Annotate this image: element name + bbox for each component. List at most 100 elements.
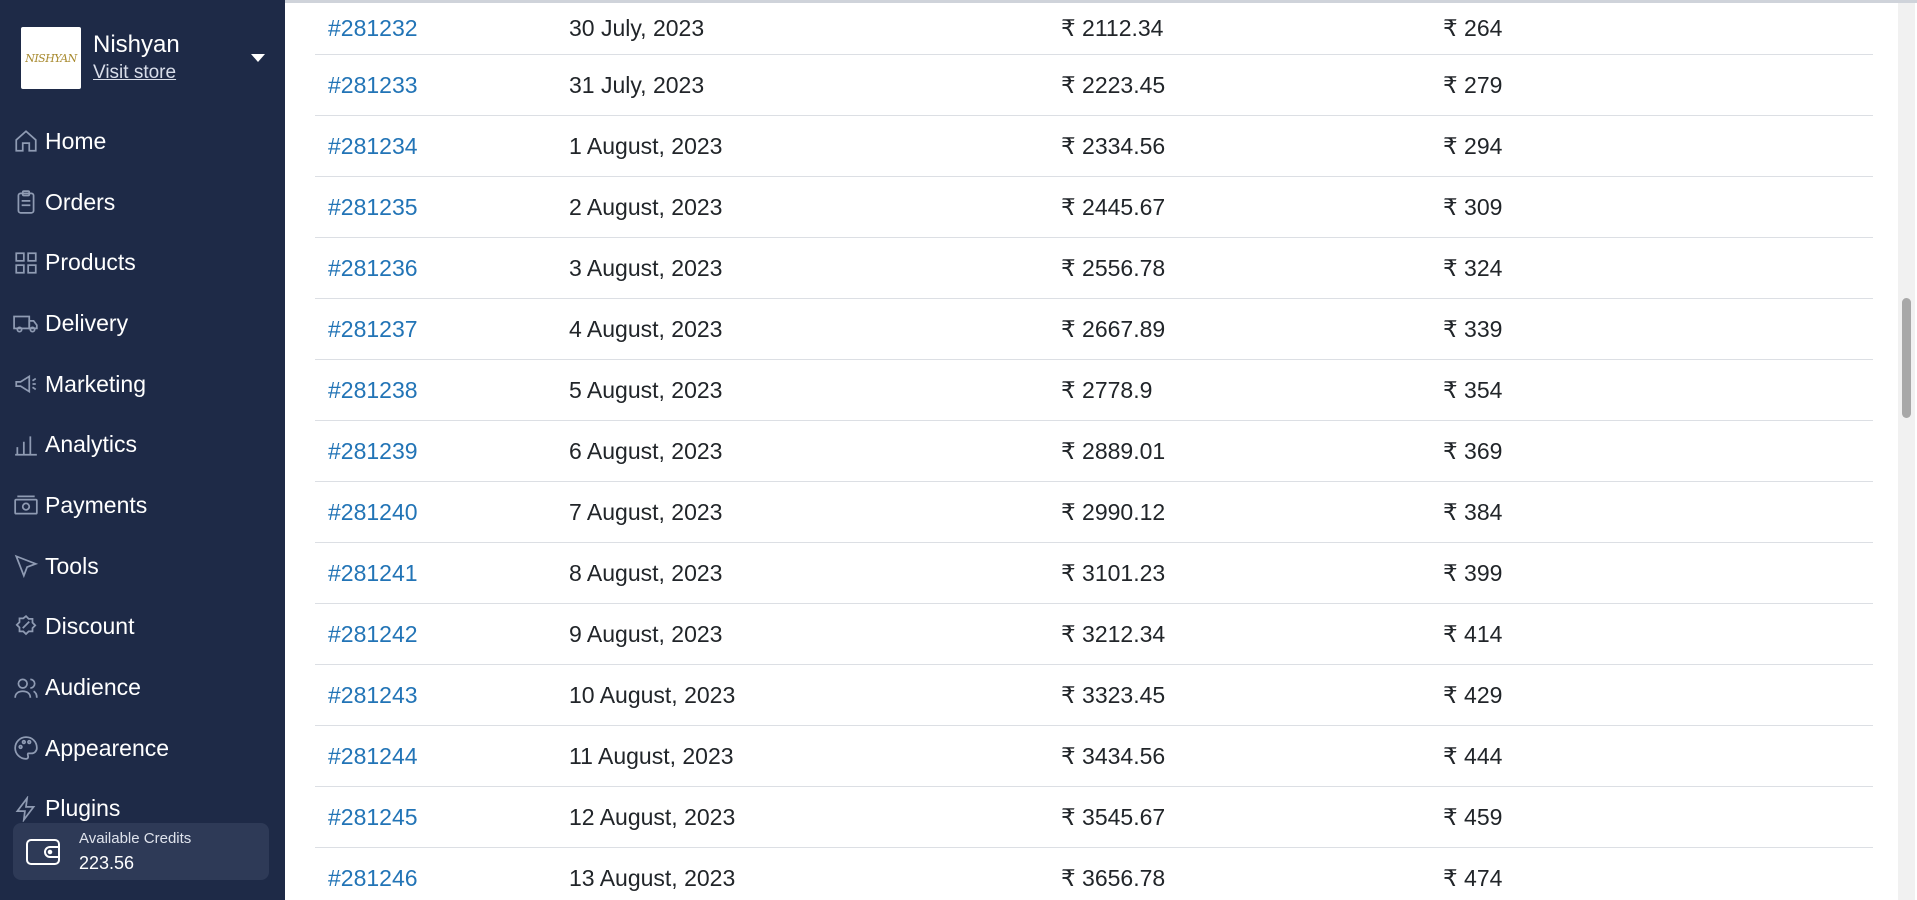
users-icon (14, 677, 38, 698)
sidebar-item-label: Payments (45, 491, 148, 518)
sidebar-item-analytics[interactable]: Analytics (0, 414, 285, 475)
order-date: 8 August, 2023 (569, 559, 723, 586)
table-row[interactable]: #281243 10 August, 2023 ₹ 3323.45 ₹ 429 (315, 665, 1873, 726)
credits-card[interactable]: Available Credits 223.56 (13, 823, 269, 880)
store-logo[interactable]: NISHYAN (21, 27, 81, 89)
order-date: 4 August, 2023 (569, 315, 723, 342)
order-id-link[interactable]: #281235 (315, 194, 569, 221)
order-id-link[interactable]: #281234 (315, 133, 569, 160)
order-id-link[interactable]: #281238 (315, 377, 569, 404)
sidebar-item-discount[interactable]: Discount (0, 597, 285, 658)
table-row[interactable]: #281246 13 August, 2023 ₹ 3656.78 ₹ 474 (315, 848, 1873, 900)
order-id-link[interactable]: #281242 (315, 621, 569, 648)
order-total: ₹ 2667.89 (1061, 315, 1166, 342)
vertical-scrollbar[interactable] (1898, 3, 1915, 900)
palette-icon (14, 736, 38, 760)
order-fee: ₹ 369 (1443, 437, 1503, 464)
table-row[interactable]: #281242 9 August, 2023 ₹ 3212.34 ₹ 414 (315, 604, 1873, 665)
table-row[interactable]: #281232 30 July, 2023 ₹ 2112.34 ₹ 264 (315, 3, 1873, 55)
order-id-link[interactable]: #281237 (315, 316, 569, 343)
order-fee: ₹ 474 (1443, 864, 1503, 891)
order-date: 1 August, 2023 (569, 132, 723, 159)
order-id-link[interactable]: #281243 (315, 682, 569, 709)
order-fee: ₹ 414 (1443, 620, 1503, 647)
grid-icon (15, 252, 37, 274)
logo-text: NISHYAN (25, 51, 77, 65)
orders-table: #281232 30 July, 2023 ₹ 2112.34 ₹ 264 #28123… (315, 3, 1873, 900)
table-row[interactable]: #281233 31 July, 2023 ₹ 2223.45 ₹ 279 (315, 55, 1873, 116)
sidebar-item-label: Appearence (45, 734, 170, 761)
order-id-link[interactable]: #281245 (315, 804, 569, 831)
order-total: ₹ 2112.34 (1061, 15, 1164, 41)
sidebar-item-products[interactable]: Products (0, 232, 285, 293)
order-id-link[interactable]: #281233 (315, 72, 569, 99)
sidebar-item-label: Products (45, 249, 136, 276)
truck-icon (13, 316, 38, 333)
order-id-link[interactable]: #281236 (315, 255, 569, 282)
order-date: 13 August, 2023 (569, 864, 736, 891)
store-name: Nishyan (93, 31, 180, 58)
sidebar-item-delivery[interactable]: Delivery (0, 293, 285, 354)
sidebar-item-label: Plugins (45, 795, 121, 822)
table-row[interactable]: #281236 3 August, 2023 ₹ 2556.78 ₹ 324 (315, 238, 1873, 299)
clipboard-icon (17, 190, 35, 214)
order-id-link[interactable]: #281240 (315, 499, 569, 526)
table-row[interactable]: #281238 5 August, 2023 ₹ 2778.9 ₹ 354 (315, 360, 1873, 421)
order-fee: ₹ 459 (1443, 803, 1503, 830)
table-row[interactable]: #281245 12 August, 2023 ₹ 3545.67 ₹ 459 (315, 787, 1873, 848)
table-row[interactable]: #281240 7 August, 2023 ₹ 2990.12 ₹ 384 (315, 482, 1873, 543)
table-row[interactable]: #281235 2 August, 2023 ₹ 2445.67 ₹ 309 (315, 177, 1873, 238)
order-fee: ₹ 384 (1443, 498, 1503, 525)
order-total: ₹ 3545.67 (1061, 803, 1166, 830)
order-fee: ₹ 309 (1443, 193, 1503, 220)
table-row[interactable]: #281237 4 August, 2023 ₹ 2667.89 ₹ 339 (315, 299, 1873, 360)
order-date: 30 July, 2023 (569, 15, 705, 41)
sidebar-item-tools[interactable]: Tools (0, 536, 285, 597)
table-row[interactable]: #281234 1 August, 2023 ₹ 2334.56 ₹ 294 (315, 116, 1873, 177)
sidebar-item-home[interactable]: Home (0, 111, 285, 172)
sidebar-item-label: Tools (45, 552, 99, 579)
order-fee: ₹ 264 (1443, 15, 1503, 41)
orders-main: #281232 30 July, 2023 ₹ 2112.34 ₹ 264 #28123… (285, 0, 1917, 900)
sidebar-item-payments[interactable]: Payments (0, 475, 285, 536)
order-total: ₹ 2990.12 (1061, 498, 1166, 525)
visit-store-link[interactable]: Visit store (93, 61, 176, 85)
order-date: 5 August, 2023 (569, 376, 723, 403)
sidebar-item-label: Marketing (45, 370, 146, 397)
order-id-link[interactable]: #281244 (315, 743, 569, 770)
table-row[interactable]: #281244 11 August, 2023 ₹ 3434.56 ₹ 444 (315, 726, 1873, 787)
sidebar-item-orders[interactable]: Orders (0, 172, 285, 233)
order-date: 12 August, 2023 (569, 803, 736, 830)
order-id-link[interactable]: #281232 (315, 15, 569, 42)
order-id-link[interactable]: #281241 (315, 560, 569, 587)
order-id-link[interactable]: #281239 (315, 438, 569, 465)
sidebar-item-label: Discount (45, 613, 135, 640)
order-total: ₹ 2445.67 (1061, 193, 1166, 220)
wallet-icon (26, 838, 60, 865)
sidebar-nav: Home Orders Products Delivery Marketing … (0, 111, 285, 839)
table-row[interactable]: #281239 6 August, 2023 ₹ 2889.01 ₹ 369 (315, 421, 1873, 482)
order-date: 6 August, 2023 (569, 437, 723, 464)
sidebar: NISHYAN Nishyan Visit store Home Orders … (0, 0, 285, 900)
sidebar-item-audience[interactable]: Audience (0, 657, 285, 718)
lightning-icon (15, 795, 36, 822)
order-total: ₹ 2778.9 (1061, 376, 1153, 403)
order-date: 7 August, 2023 (569, 498, 723, 525)
credits-value: 223.56 (79, 852, 135, 873)
sidebar-item-label: Delivery (45, 309, 129, 336)
sidebar-item-marketing[interactable]: Marketing (0, 354, 285, 415)
scrollbar-thumb[interactable] (1902, 298, 1911, 418)
store-header: NISHYAN Nishyan Visit store (21, 27, 265, 89)
order-fee: ₹ 339 (1443, 315, 1503, 342)
sidebar-item-appearence[interactable]: Appearence (0, 718, 285, 779)
table-row[interactable]: #281241 8 August, 2023 ₹ 3101.23 ₹ 399 (315, 543, 1873, 604)
order-id-link[interactable]: #281246 (315, 865, 569, 892)
order-total: ₹ 3212.34 (1061, 620, 1166, 647)
order-date: 2 August, 2023 (569, 193, 723, 220)
sidebar-item-label: Home (45, 127, 107, 154)
order-total: ₹ 3434.56 (1061, 742, 1166, 769)
order-fee: ₹ 324 (1443, 254, 1503, 281)
store-dropdown-chevron-icon[interactable] (251, 54, 265, 62)
order-date: 31 July, 2023 (569, 71, 705, 98)
megaphone-icon (15, 374, 37, 394)
